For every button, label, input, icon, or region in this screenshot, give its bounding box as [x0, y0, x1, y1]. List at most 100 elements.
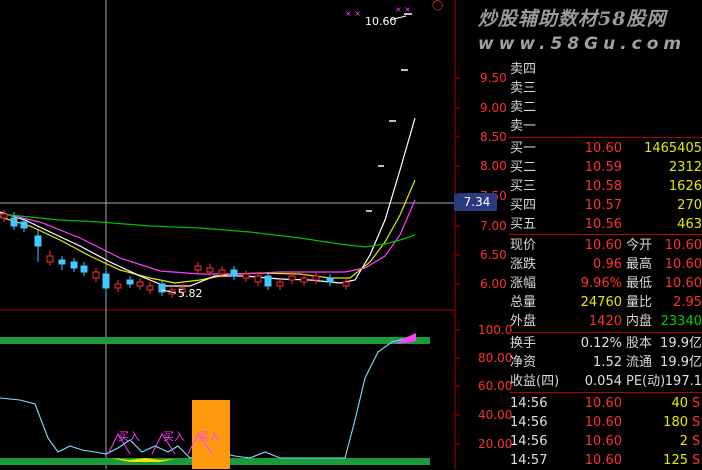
- buy-level-volume: 2312: [668, 160, 702, 175]
- candle-body: [194, 265, 202, 271]
- low-label: 5.82: [178, 287, 203, 300]
- candle-body: [46, 255, 54, 263]
- quote-label-2: 量比: [626, 295, 653, 310]
- candle-body: [136, 281, 144, 287]
- buy-signal-2: 买入: [163, 430, 185, 443]
- buy-level-label: 买三: [510, 179, 537, 194]
- buy-signal-1: 买入: [118, 430, 140, 443]
- quote-value-2: 2.95: [673, 295, 702, 310]
- quote-label-2: 今开: [626, 238, 653, 253]
- buy-level-row: 买一 10.60 1465405: [458, 139, 702, 158]
- fundamental-row: 换手 0.12% 股本 19.9亿: [458, 334, 702, 353]
- buy-level-label: 买五: [510, 217, 537, 232]
- fund-value: 0.12%: [580, 336, 622, 351]
- crosshair-value: 7.34: [457, 193, 497, 211]
- watermark-title: 炒股辅助数材58股网: [478, 8, 667, 30]
- quote-label: 涨幅: [510, 276, 537, 291]
- buy-level-price: 10.57: [584, 198, 622, 213]
- quote-row: 现价 10.60 今开 10.60: [458, 236, 702, 255]
- limit-up-marks: [366, 13, 412, 212]
- candle-body: [10, 217, 18, 227]
- buy-level-label: 买四: [510, 198, 537, 213]
- fund-label: 收益(四): [510, 374, 560, 389]
- candle-body: [20, 221, 28, 229]
- candle-body: [276, 281, 284, 287]
- trade-flag: S: [692, 415, 701, 430]
- trade-price: 10.60: [584, 396, 622, 411]
- trade-time: 14:56: [510, 434, 548, 449]
- trade-time: 14:57: [510, 453, 548, 468]
- fund-label: 换手: [510, 336, 537, 351]
- buy-level-label: 买一: [510, 141, 537, 156]
- fund-label: 净资: [510, 355, 537, 370]
- buy-level-volume: 463: [677, 217, 702, 232]
- sell-level-label: 卖三: [510, 81, 537, 96]
- trade-volume: 2: [679, 434, 688, 449]
- candlesticks: [0, 210, 350, 298]
- fundamental-row: 净资 1.52 流通 19.9亿: [458, 353, 702, 372]
- sell-level-label: 卖一: [510, 119, 537, 134]
- candle-body: [146, 285, 154, 291]
- quote-value-2: 23340: [660, 314, 702, 329]
- high-label: 10.60: [365, 15, 397, 28]
- sell-level-row: 卖一: [458, 117, 702, 136]
- fund-value: 1.52: [593, 355, 622, 370]
- quote-label: 现价: [510, 238, 537, 253]
- buy-signal-3: 买入: [198, 430, 220, 443]
- candle-body: [288, 275, 296, 281]
- sell-level-row: 卖四: [458, 60, 702, 79]
- buy-level-volume: 1626: [668, 179, 702, 194]
- quote-value-2: 10.60: [664, 257, 702, 272]
- candle-body: [0, 213, 8, 219]
- buy-level-label: 买二: [510, 160, 537, 175]
- quote-value: 24760: [580, 295, 622, 310]
- candle-body: [70, 261, 78, 269]
- candle-body: [206, 267, 214, 273]
- candle-body: [218, 269, 226, 275]
- fund-value: 0.054: [584, 374, 622, 389]
- quote-row: 总量 24760 量比 2.95: [458, 293, 702, 312]
- trade-row: 14:56 10.60 40 S: [458, 394, 702, 413]
- buy-level-price: 10.59: [584, 160, 622, 175]
- quote-value: 0.96: [593, 257, 622, 272]
- svg-text:× ×: × ×: [345, 9, 361, 18]
- trade-time: 14:56: [510, 415, 548, 430]
- quote-value: 9.96%: [580, 276, 622, 291]
- quote-value-2: 10.60: [664, 276, 702, 291]
- buy-level-price: 10.60: [584, 141, 622, 156]
- buy-level-price: 10.58: [584, 179, 622, 194]
- fund-value-2: 19.9亿: [660, 336, 702, 351]
- kline-chart[interactable]: 9.509.008.508.007.507.006.506.00 × × × ×…: [0, 0, 512, 469]
- buy-level-volume: 1465405: [644, 141, 702, 156]
- candle-body: [300, 277, 308, 283]
- trade-flag: S: [692, 453, 701, 468]
- candle-body: [254, 275, 262, 283]
- fundamental-row: 收益(四) 0.054 PE(动) 197.1: [458, 372, 702, 391]
- indicator-band-top: [0, 337, 430, 344]
- buy-level-volume: 270: [677, 198, 702, 213]
- quote-value-2: 10.60: [664, 238, 702, 253]
- candle-body: [102, 273, 110, 289]
- candle-body: [242, 273, 250, 279]
- trade-price: 10.60: [584, 434, 622, 449]
- fund-value-2: 19.9亿: [660, 355, 702, 370]
- trade-flag: S: [692, 434, 701, 449]
- buy-level-row: 买五 10.56 463: [458, 215, 702, 234]
- candle-body: [312, 275, 320, 281]
- trade-price: 10.60: [584, 453, 622, 468]
- settings-icon[interactable]: ◯: [432, 0, 443, 11]
- svg-text:× ×: × ×: [395, 5, 411, 14]
- quote-label: 外盘: [510, 314, 537, 329]
- quote-label-2: 内盘: [626, 314, 653, 329]
- candle-body: [34, 235, 42, 247]
- sell-level-label: 卖四: [510, 62, 537, 77]
- trade-volume: 180: [663, 415, 688, 430]
- buy-level-price: 10.56: [584, 217, 622, 232]
- quote-value: 10.60: [584, 238, 622, 253]
- quote-row: 涨跌 0.96 最高 10.60: [458, 255, 702, 274]
- trade-flag: S: [692, 396, 701, 411]
- quote-value: 1420: [588, 314, 622, 329]
- quote-label: 总量: [510, 295, 537, 310]
- fund-label-2: 股本: [626, 336, 653, 351]
- quote-label-2: 最高: [626, 257, 653, 272]
